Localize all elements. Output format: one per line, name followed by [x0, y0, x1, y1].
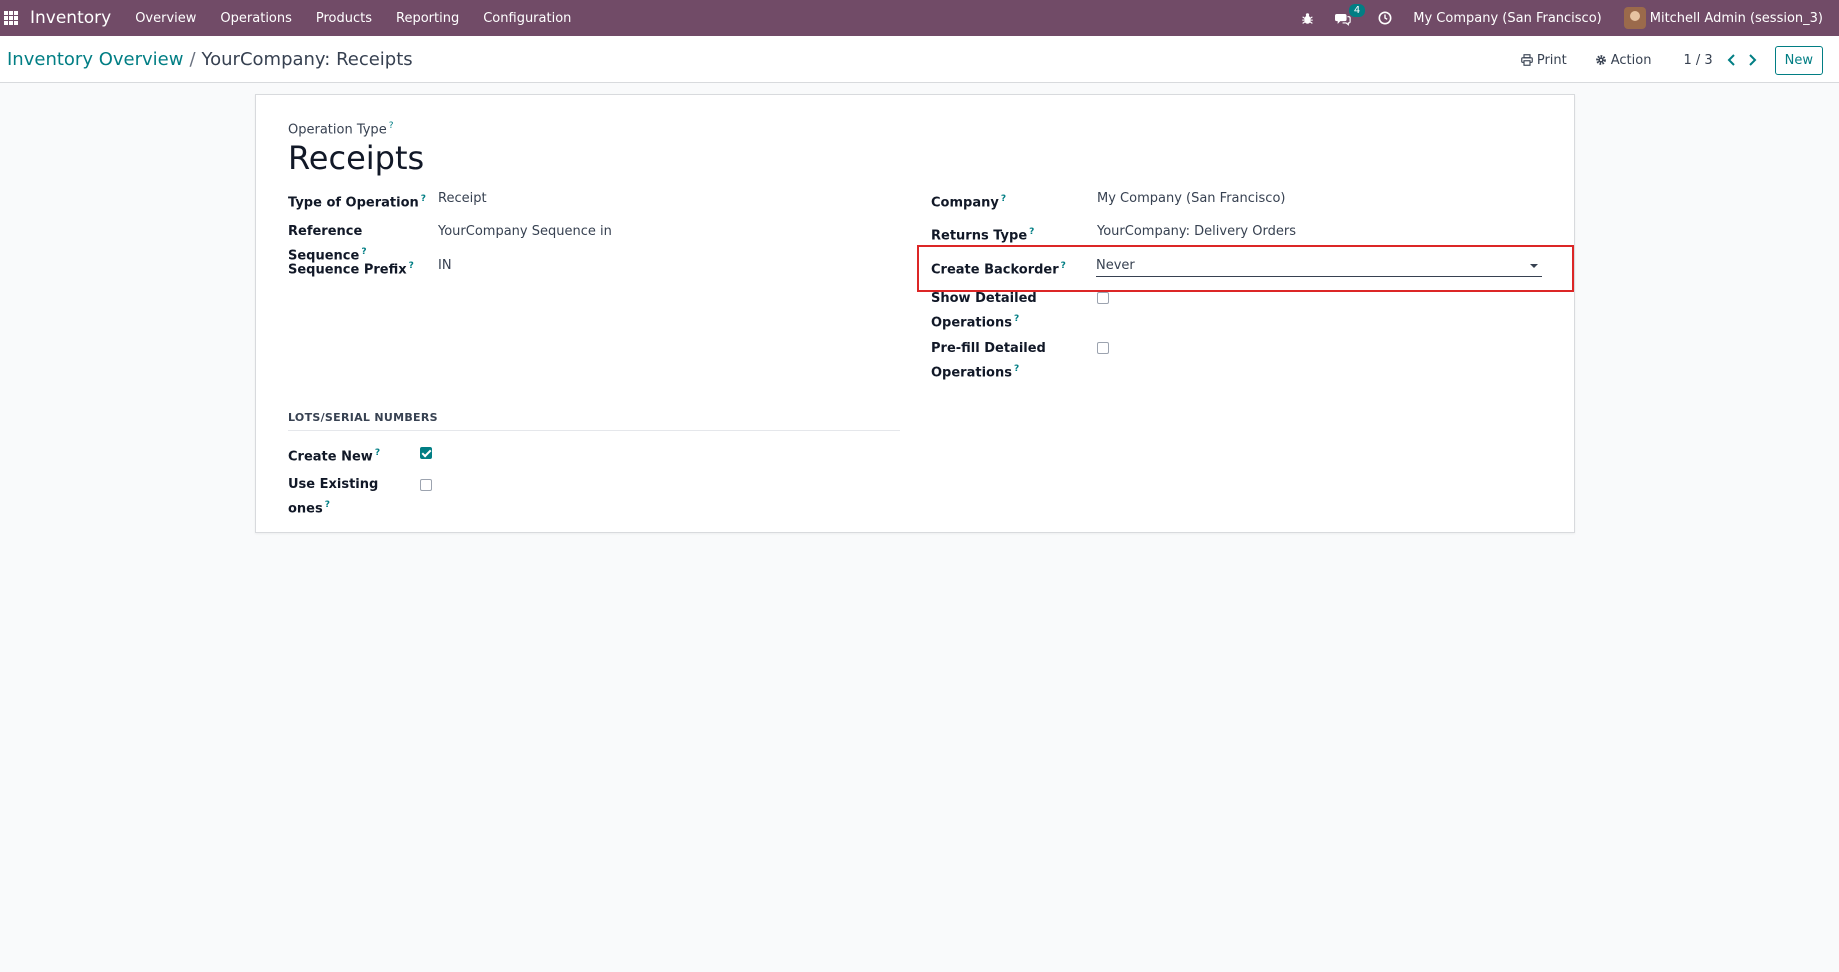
company-value[interactable]: My Company (San Francisco)	[1097, 189, 1285, 213]
action-button[interactable]: Action	[1595, 52, 1652, 68]
company-switcher[interactable]: My Company (San Francisco)	[1413, 11, 1601, 26]
menu-configuration[interactable]: Configuration	[483, 11, 571, 26]
help-tooltip-icon[interactable]: ?	[375, 448, 380, 458]
use-existing-ones-label: Use Existing ones?	[288, 477, 379, 517]
help-tooltip-icon[interactable]: ?	[1029, 227, 1034, 237]
create-new-checkbox[interactable]	[420, 447, 432, 459]
sequence-prefix-value[interactable]: IN	[438, 256, 452, 280]
help-tooltip-icon[interactable]: ?	[409, 261, 414, 271]
lots-serial-numbers-section-title: LOTS/SERIAL NUMBERS	[288, 411, 900, 431]
field-sequence-prefix: Sequence Prefix? IN	[288, 256, 452, 280]
control-panel: Inventory Overview / YourCompany: Receipts…	[0, 36, 1839, 83]
operation-type-label-text: Operation Type	[288, 122, 387, 138]
field-create-backorder: Create Backorder?	[931, 256, 1097, 280]
type-of-operation-label: Type of Operation?	[288, 194, 427, 211]
help-tooltip-icon[interactable]: ?	[421, 194, 426, 204]
sequence-prefix-label: Sequence Prefix?	[288, 261, 414, 278]
create-backorder-label: Create Backorder?	[931, 261, 1066, 278]
chat-icon[interactable]: 4	[1335, 4, 1366, 26]
chevron-down-icon	[1530, 264, 1538, 268]
create-backorder-select[interactable]: Never	[1096, 256, 1542, 277]
help-tooltip-icon[interactable]: ?	[1001, 194, 1006, 204]
avatar	[1623, 7, 1646, 29]
clock-icon[interactable]	[1377, 10, 1393, 26]
create-new-label: Create New?	[288, 448, 381, 465]
breadcrumb: Inventory Overview / YourCompany: Receipts	[7, 49, 413, 70]
operation-type-label: Operation Type?	[288, 121, 393, 137]
use-existing-ones-checkbox[interactable]	[420, 479, 432, 491]
reference-sequence-value[interactable]: YourCompany Sequence in	[438, 222, 612, 266]
returns-type-value[interactable]: YourCompany: Delivery Orders	[1097, 222, 1296, 246]
top-navbar: Inventory Overview Operations Products R…	[0, 0, 1839, 36]
field-company: Company? My Company (San Francisco)	[931, 189, 1285, 213]
form-sheet: Operation Type? Receipts Type of Operati…	[255, 94, 1575, 533]
help-tooltip-icon[interactable]: ?	[389, 121, 394, 131]
help-tooltip-icon[interactable]: ?	[325, 500, 330, 510]
pager-value[interactable]: 1 / 3	[1683, 53, 1712, 68]
prefill-detailed-operations-checkbox[interactable]	[1097, 342, 1109, 354]
field-type-of-operation: Type of Operation? Receipt	[288, 189, 487, 213]
operation-type-name-field[interactable]: Receipts	[288, 139, 424, 177]
new-button[interactable]: New	[1774, 45, 1823, 75]
company-label: Company?	[931, 194, 1007, 211]
field-prefill-detailed-operations: Pre-fill Detailed Operations?	[931, 339, 1109, 383]
type-of-operation-value[interactable]: Receipt	[438, 189, 487, 213]
prefill-detailed-operations-label: Pre-fill Detailed Operations?	[931, 341, 1046, 381]
breadcrumb-current: YourCompany: Receipts	[201, 49, 413, 70]
field-show-detailed-operations: Show Detailed Operations?	[931, 289, 1109, 333]
show-detailed-operations-label: Show Detailed Operations?	[931, 291, 1037, 331]
apps-menu-icon[interactable]	[4, 11, 18, 25]
field-create-new: Create New?	[288, 443, 432, 467]
create-backorder-value: Never	[1096, 258, 1135, 273]
breadcrumb-separator: /	[189, 49, 196, 70]
user-menu[interactable]: Mitchell Admin (session_3)	[1623, 7, 1823, 29]
chevron-left-icon	[1727, 54, 1735, 66]
menu-overview[interactable]: Overview	[135, 11, 196, 26]
breadcrumb-inventory-overview[interactable]: Inventory Overview	[7, 49, 183, 70]
field-returns-type: Returns Type? YourCompany: Delivery Orde…	[931, 222, 1296, 246]
app-name[interactable]: Inventory	[30, 8, 111, 28]
print-icon	[1521, 54, 1533, 66]
bug-icon[interactable]	[1299, 10, 1315, 26]
print-label: Print	[1536, 52, 1567, 68]
help-tooltip-icon[interactable]: ?	[1014, 364, 1019, 374]
pager-next-button[interactable]	[1747, 54, 1757, 66]
menu-operations[interactable]: Operations	[220, 11, 291, 26]
field-use-existing-ones: Use Existing ones?	[288, 475, 432, 519]
messages-badge: 4	[1348, 4, 1366, 17]
show-detailed-operations-checkbox[interactable]	[1097, 292, 1109, 304]
help-tooltip-icon[interactable]: ?	[1061, 261, 1066, 271]
returns-type-label: Returns Type?	[931, 227, 1035, 244]
print-button[interactable]: Print	[1521, 53, 1567, 68]
menu-products[interactable]: Products	[316, 11, 372, 26]
user-name: Mitchell Admin (session_3)	[1649, 10, 1823, 26]
help-tooltip-icon[interactable]: ?	[1014, 314, 1019, 324]
action-label: Action	[1610, 52, 1652, 68]
pager-previous-button[interactable]	[1727, 54, 1737, 66]
menu-reporting[interactable]: Reporting	[396, 11, 459, 26]
chevron-right-icon	[1748, 54, 1757, 66]
gear-icon	[1595, 55, 1606, 65]
